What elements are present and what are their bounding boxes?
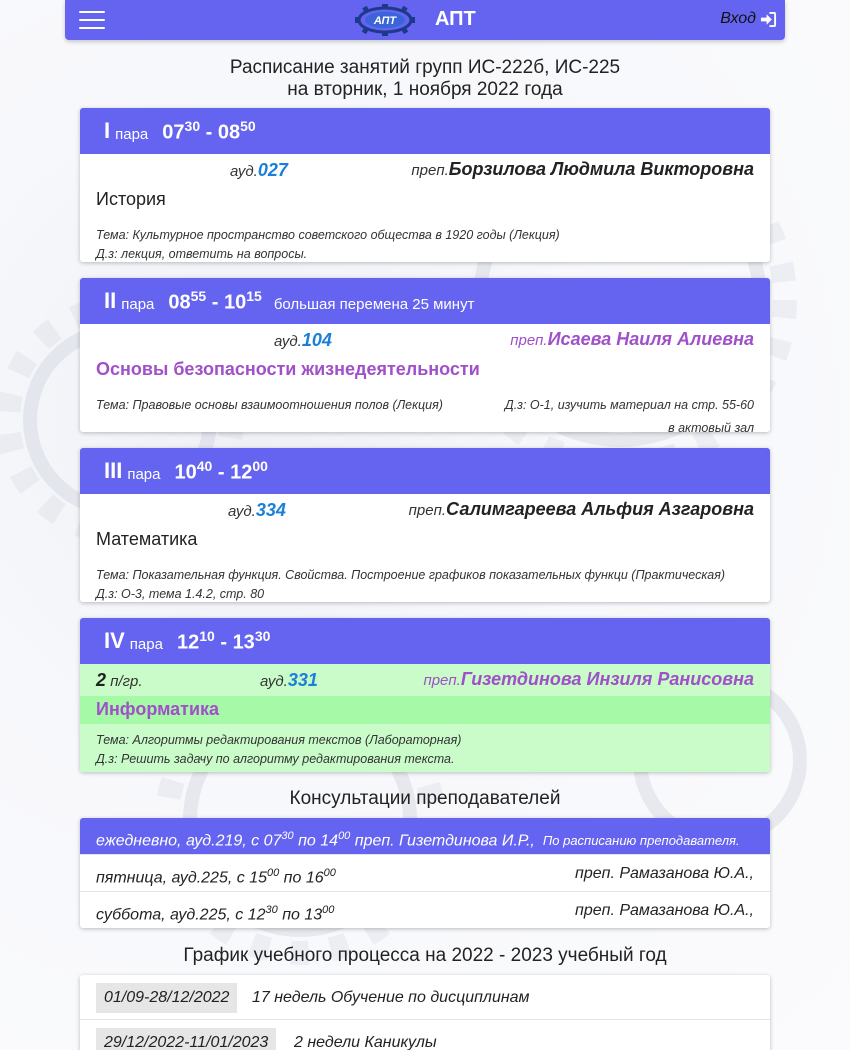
lesson-homework: Д.з: О-1, изучить материал на стр. 55-60… [504,398,754,432]
lesson-info-row: ауд.104 преп.Исаева Наиля Алиевна [80,324,770,356]
teacher-name[interactable]: Борзилова Людмила Викторовна [449,159,754,179]
lesson-card-3: III пара 1040 - 1200 ауд.334 преп.Салимг… [80,448,770,602]
consultations-card: ежедневно, ауд.219, с 0730 по 1400 преп.… [80,818,770,928]
page-title-line1: Расписание занятий групп ИС-222б, ИС-225 [229,57,621,78]
room: ауд.027 [230,160,288,180]
process-dates: 29/12/2022-11/01/2023 [96,1028,277,1050]
consultations-title: Консультации преподавателей [289,788,561,809]
lesson-word: пара [127,465,161,483]
room: ауд.104 [274,330,332,350]
lesson-info-row: ауд.334 преп.Салимгареева Альфия Азгаров… [80,494,770,526]
lesson-card-4: IV пара 1210 - 1330 2 п/гр. ауд.331 преп… [80,618,770,772]
consultation-row: пятница, ауд.225, с 1500 по 1600 преп. Р… [80,854,770,891]
room-number[interactable]: 334 [256,500,286,520]
lesson-header: III пара 1040 - 1200 [80,448,770,494]
page-title: Расписание занятий групп ИС-222б, ИС-225… [0,57,850,101]
room: ауд.334 [228,500,286,520]
teacher: преп.Исаева Наиля Алиевна [510,329,754,349]
consultation-teacher: преп. Гизетдинова И.Р., [350,832,535,850]
lesson-topic: Тема: Алгоритмы редактирования текстов (… [96,733,462,747]
process-row: 29/12/2022-11/01/2023 2 недели Каникулы [80,1019,770,1050]
break-note: большая перемена 25 минут [273,295,475,313]
lesson-topic: Тема: Культурное пространство советского… [96,228,560,242]
lesson-homework: Д.з: лекция, ответить на вопросы. [96,247,308,261]
login-label: Вход [720,10,756,27]
lesson-number: II [104,288,117,313]
room-number[interactable]: 027 [258,160,288,180]
lesson-card-2: II пара 0855 - 1015 большая перемена 25 … [80,278,770,432]
subject: Основы безопасности жизнедеятельности [96,359,480,379]
lesson-notes: Тема: Алгоритмы редактирования текстов (… [80,724,770,772]
process-text: 17 недель Обучение по дисциплинам [252,989,530,1006]
room: ауд.331 [260,670,318,690]
consultation-row: ежедневно, ауд.219, с 0730 по 1400 преп.… [80,818,770,854]
teacher: преп.Салимгареева Альфия Азгаровна [408,499,754,519]
lesson-time: 0855 - 1015 [168,287,262,314]
lesson-header: IV пара 1210 - 1330 [80,618,770,664]
lesson-word: пара [115,125,149,143]
lesson-topic: Тема: Показательная функция. Свойства. П… [96,568,726,582]
teacher-name[interactable]: Салимгареева Альфия Азгаровна [446,499,754,519]
lesson-number: IV [104,628,125,653]
lesson-time: 1210 - 1330 [176,627,271,654]
lesson-info-row: 2 п/гр. ауд.331 преп.Гизетдинова Инзиля … [80,664,770,696]
process-dates: 01/09-28/12/2022 [96,983,238,1013]
login-button[interactable]: Вход [720,10,777,28]
college-logo[interactable]: АПТ [355,4,415,36]
lesson-word: пара [121,295,155,313]
consultation-note: По расписанию преподавателя. [542,833,740,849]
lesson-header: II пара 0855 - 1015 большая перемена 25 … [80,278,770,324]
page-title-line2: на вторник, 1 ноября 2022 года [287,79,563,100]
menu-icon[interactable] [79,11,105,29]
lesson-time: 0730 - 0850 [162,117,256,144]
lesson-time: 1040 - 1200 [174,457,268,484]
teacher: преп.Борзилова Людмила Викторовна [411,159,754,179]
subject: Информатика [80,696,770,724]
lesson-homework: Д.з: О-3, тема 1.4.2, стр. 80 [96,587,265,601]
lesson-topic-row: Тема: Правовые основы взаимоотношения по… [80,396,770,432]
lesson-card-1: I пара 0730 - 0850 ауд.027 преп.Борзилов… [80,108,770,262]
process-card: 01/09-28/12/2022 17 недель Обучение по д… [80,975,770,1050]
consultation-teacher: преп. Рамазанова Ю.А., [575,902,754,919]
teacher-name[interactable]: Исаева Наиля Алиевна [548,329,754,349]
process-text: 2 недели Каникулы [294,1034,437,1050]
room-number[interactable]: 104 [302,330,332,350]
lesson-header: I пара 0730 - 0850 [80,108,770,154]
consultation-row: суббота, ауд.225, с 1230 по 1300 преп. Р… [80,891,770,928]
lesson-info-row: ауд.027 преп.Борзилова Людмила Викторовн… [80,154,770,186]
lesson-homework: Д.з: Решить задачу по алгоритму редактир… [96,752,455,766]
teacher: преп.Гизетдинова Инзиля Ранисовна [423,669,754,689]
lesson-topic: Тема: Правовые основы взаимоотношения по… [96,398,443,412]
consultation-teacher: преп. Рамазанова Ю.А., [575,865,754,882]
logo-text: АПТ [373,15,398,27]
teacher-name[interactable]: Гизетдинова Инзиля Ранисовна [461,669,754,689]
subject: История [96,189,166,209]
lesson-word: пара [129,635,163,653]
process-row: 01/09-28/12/2022 17 недель Обучение по д… [80,975,770,1019]
lesson-number: I [104,118,111,143]
top-navbar: АПТ АПТ Вход [65,0,785,40]
brand-name[interactable]: АПТ [435,8,476,31]
process-title: График учебного процесса на 2022 - 2023 … [183,945,667,966]
subgroup: 2 п/гр. [96,670,143,690]
lesson-number: III [104,458,123,483]
room-number[interactable]: 331 [288,670,318,690]
subject: Математика [96,529,198,549]
sign-in-icon [760,11,777,27]
